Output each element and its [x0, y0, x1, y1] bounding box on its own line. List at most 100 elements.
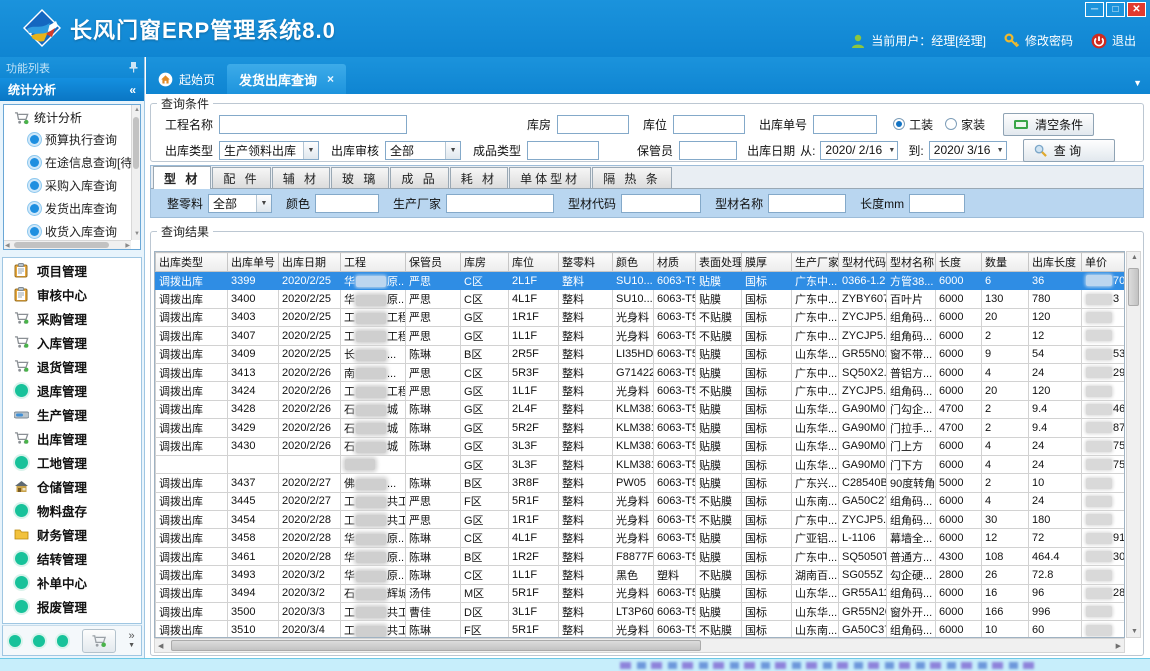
profile-code-input[interactable]	[621, 194, 701, 213]
table-row[interactable]: 调拨出库34452020/2/27工共工程严思F区5R1F整料光身料6063-T…	[156, 492, 1126, 510]
table-row[interactable]: 调拨出库34282020/2/26石城陈琳G区2L4F整料KLM38176063…	[156, 400, 1126, 418]
table-row[interactable]: 调拨出库34072020/2/25工工程严思G区1L1F整料光身料6063-T5…	[156, 327, 1126, 345]
column-header-8[interactable]: 颜色	[613, 253, 654, 272]
material-tab-4[interactable]: 成 品	[390, 167, 448, 188]
tree-item-3[interactable]: 发货出库查询	[4, 197, 140, 220]
column-header-15[interactable]: 长度	[936, 253, 982, 272]
minimize-button[interactable]: ─	[1085, 2, 1104, 17]
cart-panel-button[interactable]	[82, 629, 116, 653]
date-from-picker[interactable]: 2020/ 2/16 ▼	[820, 141, 898, 160]
sidebar-item-10[interactable]: 物料盘存	[3, 498, 141, 522]
column-header-16[interactable]: 数量	[982, 253, 1029, 272]
table-row[interactable]: 调拨出库34582020/2/28华原...陈琳C区4L1F整料光身料6063-…	[156, 529, 1126, 547]
tab-close-icon[interactable]: ×	[327, 72, 334, 86]
tree-vertical-scrollbar[interactable]: ▲ ▼	[131, 105, 140, 240]
table-row[interactable]: 调拨出库34932020/3/2华原...陈琳C区1L1F整料黑色塑料不贴膜国标…	[156, 566, 1126, 584]
whole-piece-select[interactable]: 全部 ▼	[208, 194, 272, 213]
column-header-4[interactable]: 保管员	[406, 253, 461, 272]
location-input[interactable]	[673, 115, 745, 134]
tree-root-statistics[interactable]: 统计分析	[4, 105, 140, 128]
keeper-input[interactable]	[679, 141, 737, 160]
table-row[interactable]: 调拨出库34242020/2/26工工程严思G区1L1F整料光身料6063-T5…	[156, 382, 1126, 400]
search-button[interactable]: 查 询	[1023, 139, 1115, 162]
sidebar-item-7[interactable]: 出库管理	[3, 426, 141, 450]
profile-name-input[interactable]	[768, 194, 846, 213]
dot-icon[interactable]	[9, 635, 21, 647]
clear-conditions-button[interactable]: 清空条件	[1003, 113, 1094, 136]
material-tab-7[interactable]: 隔 热 条	[592, 167, 672, 188]
sidebar-item-5[interactable]: 退库管理	[3, 378, 141, 402]
table-row[interactable]: 调拨出库34032020/2/25工工程严思G区1R1F整料光身料6063-T5…	[156, 308, 1126, 326]
change-password-button[interactable]: 修改密码	[1004, 32, 1073, 49]
column-header-7[interactable]: 整零料	[559, 253, 613, 272]
column-header-14[interactable]: 型材名称	[887, 253, 936, 272]
material-tab-3[interactable]: 玻 璃	[331, 167, 389, 188]
table-row[interactable]: 调拨出库35102020/3/4工共工程陈琳F区5R1F整料光身料6063-T5…	[156, 621, 1126, 638]
material-tab-6[interactable]: 单体型材	[509, 167, 591, 188]
sidebar-item-8[interactable]: 工地管理	[3, 450, 141, 474]
column-header-9[interactable]: 材质	[654, 253, 696, 272]
sidebar-item-13[interactable]: 补单中心	[3, 570, 141, 594]
column-header-3[interactable]: 工程	[341, 253, 406, 272]
tree-item-2[interactable]: 采购入库查询	[4, 174, 140, 197]
tab-overflow-icon[interactable]: ▼	[1133, 78, 1150, 94]
length-input[interactable]	[909, 194, 965, 213]
date-to-picker[interactable]: 2020/ 3/16 ▼	[929, 141, 1007, 160]
table-row[interactable]: 调拨出库34612020/2/28华原...陈琳B区1R2F整料F8877FT6…	[156, 547, 1126, 565]
logout-button[interactable]: 退出	[1091, 32, 1136, 49]
column-header-18[interactable]: 单价	[1082, 253, 1126, 272]
product-type-input[interactable]	[527, 141, 599, 160]
column-header-11[interactable]: 膜厚	[742, 253, 792, 272]
tab-home[interactable]: 起始页	[146, 64, 227, 94]
table-row[interactable]: 调拨出库34092020/2/25长...陈琳B区2R5F整料LI35HD606…	[156, 345, 1126, 363]
pin-icon[interactable]	[129, 62, 138, 73]
column-header-10[interactable]: 表面处理	[696, 253, 742, 272]
column-header-12[interactable]: 生产厂家	[792, 253, 839, 272]
sidebar-item-6[interactable]: 生产管理	[3, 402, 141, 426]
tree-horizontal-scrollbar[interactable]: ◀ ▶	[4, 240, 131, 249]
audit-select[interactable]: 全部 ▼	[385, 141, 461, 160]
manufacturer-input[interactable]	[446, 194, 554, 213]
close-button[interactable]: ✕	[1127, 2, 1146, 17]
table-row[interactable]: 调拨出库34302020/2/26石城陈琳G区3L3F整料KLM38176063…	[156, 437, 1126, 455]
table-row[interactable]: 调拨出库34132020/2/26南...严思C区5R3F整料G71422606…	[156, 363, 1126, 381]
radio-home-decor[interactable]: 家装	[945, 116, 985, 133]
table-row[interactable]: 调拨出库34542020/2/28工共工程严思G区1R1F整料光身料6063-T…	[156, 511, 1126, 529]
table-row[interactable]: 调拨出库33992020/2/25华原...严思C区2L1F整料SU10...6…	[156, 272, 1126, 290]
warehouse-input[interactable]	[557, 115, 629, 134]
sidebar-item-2[interactable]: 采购管理	[3, 306, 141, 330]
sidebar-overflow-button[interactable]: » ▼	[128, 632, 135, 650]
material-tab-1[interactable]: 配 件	[212, 167, 270, 188]
material-tab-2[interactable]: 辅 材	[272, 167, 330, 188]
tab-shipment-query[interactable]: 发货出库查询 ×	[227, 64, 346, 94]
column-header-1[interactable]: 出库单号	[228, 253, 279, 272]
dot-icon[interactable]	[33, 635, 45, 647]
tree-item-0[interactable]: 预算执行查询	[4, 128, 140, 151]
column-header-5[interactable]: 库房	[461, 253, 509, 272]
sidebar-item-12[interactable]: 结转管理	[3, 546, 141, 570]
grid-horizontal-scrollbar[interactable]: ◀ ▶	[154, 638, 1125, 653]
grid-vertical-scrollbar[interactable]: ▲ ▼	[1126, 251, 1141, 638]
panel-statistics[interactable]: 统计分析 «	[0, 78, 144, 101]
material-tab-0[interactable]: 型 材	[153, 166, 211, 189]
maximize-button[interactable]: □	[1106, 2, 1125, 17]
table-row[interactable]: 调拨出库34002020/2/25华原...严思C区4L1F整料SU10...6…	[156, 290, 1126, 308]
table-row[interactable]: 调拨出库34942020/3/2石辉城汤伟M区5R1F整料光身料6063-T5贴…	[156, 584, 1126, 602]
material-tab-5[interactable]: 耗 材	[450, 167, 508, 188]
dot-icon[interactable]	[57, 635, 69, 647]
column-header-13[interactable]: 型材代码	[839, 253, 887, 272]
table-row[interactable]: 调拨出库34372020/2/27佛...陈琳B区3R8F整料PW056063-…	[156, 474, 1126, 492]
color-input[interactable]	[315, 194, 379, 213]
order-no-input[interactable]	[813, 115, 877, 134]
project-name-input[interactable]	[219, 115, 407, 134]
sidebar-item-9[interactable]: 仓储管理	[3, 474, 141, 498]
column-header-17[interactable]: 出库长度	[1029, 253, 1082, 272]
radio-work-clothes[interactable]: 工装	[893, 116, 933, 133]
sidebar-item-0[interactable]: 项目管理	[3, 258, 141, 282]
column-header-6[interactable]: 库位	[509, 253, 559, 272]
out-type-select[interactable]: 生产领料出库 ▼	[219, 141, 319, 160]
column-header-2[interactable]: 出库日期	[279, 253, 341, 272]
table-row[interactable]: G区3L3F整料KLM38176063-T5贴膜国标山东华...GA90M09.…	[156, 455, 1126, 473]
collapse-icon[interactable]: «	[129, 83, 136, 97]
sidebar-item-11[interactable]: 财务管理	[3, 522, 141, 546]
